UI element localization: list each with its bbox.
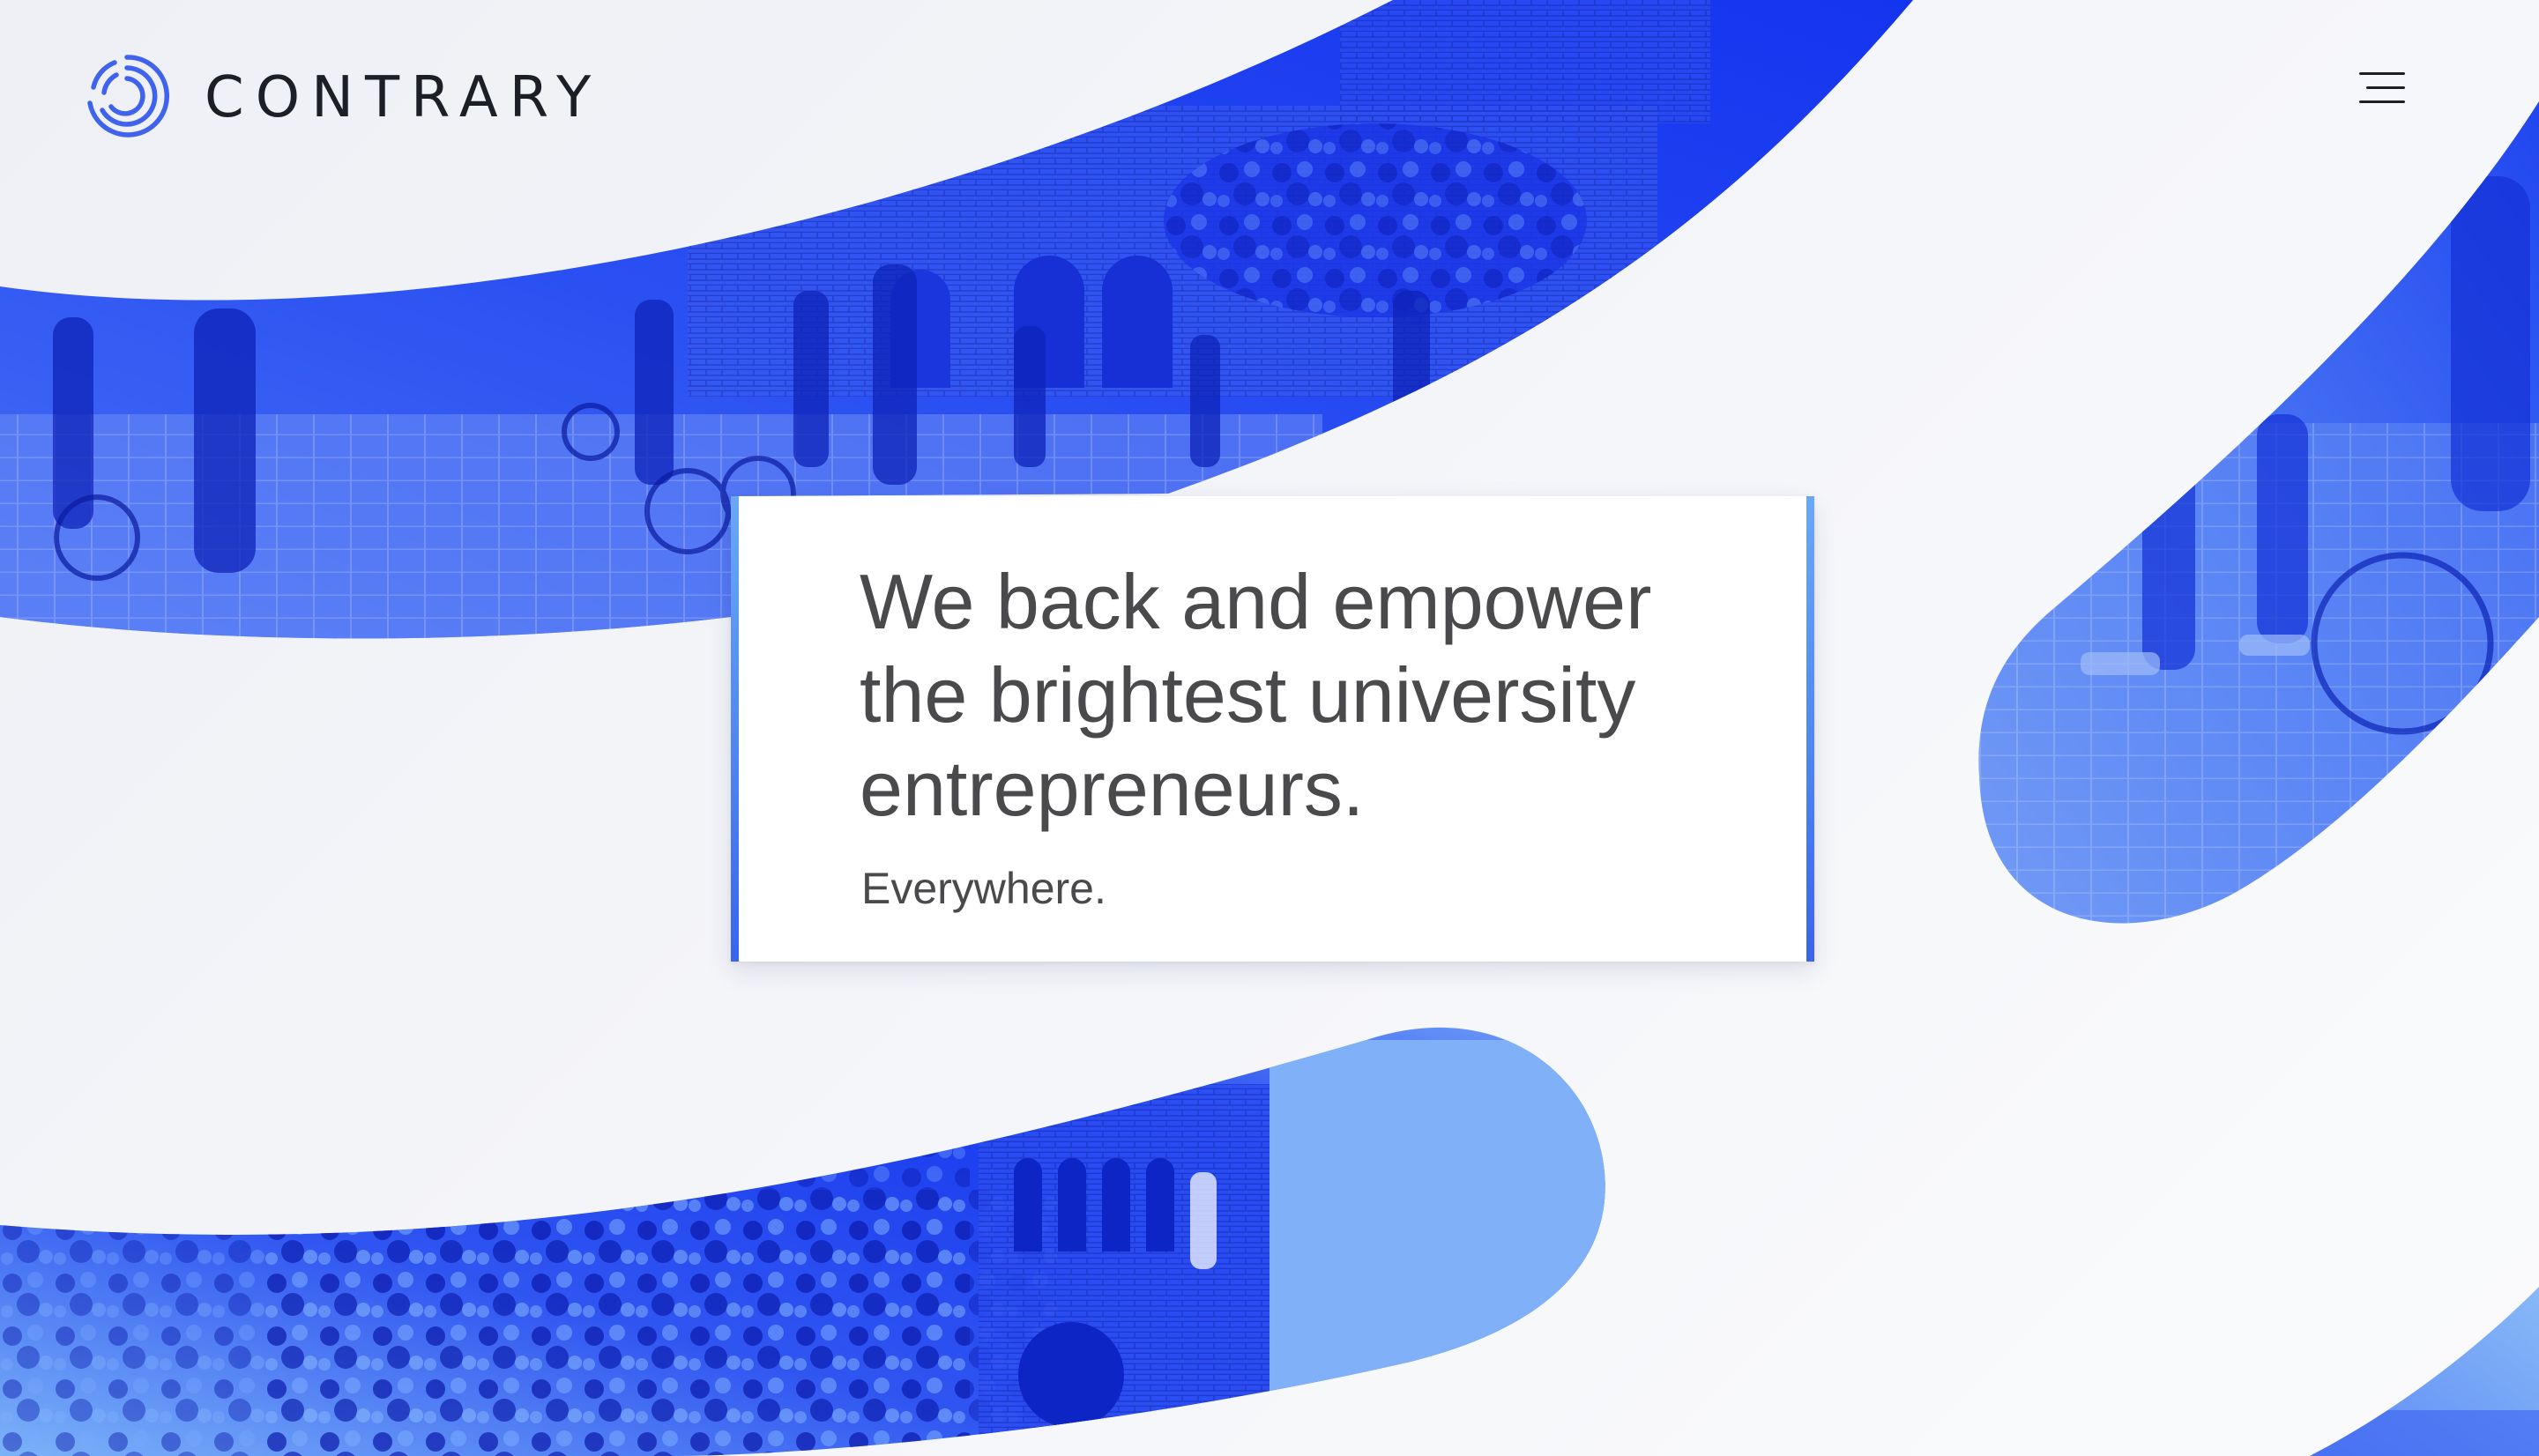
menu-button[interactable] [2349, 62, 2409, 115]
hero-subheadline: Everywhere. [861, 864, 1106, 913]
brand-name: CONTRARY [205, 65, 603, 130]
hero-headline: We back and empower the brightest univer… [860, 558, 1652, 832]
site-header: CONTRARY [0, 0, 2539, 194]
right-photo-band [1978, 101, 2539, 924]
home-logo-link[interactable]: CONTRARY [85, 49, 602, 146]
page: CONTRARY We back and empower the brighte… [0, 0, 2539, 1456]
contrary-ring-logo-icon [87, 55, 169, 137]
corner-photo-band [2310, 1287, 2539, 1456]
bottom-photo-band [0, 1027, 1605, 1456]
hero-card: We back and empower the brightest univer… [731, 496, 1814, 962]
